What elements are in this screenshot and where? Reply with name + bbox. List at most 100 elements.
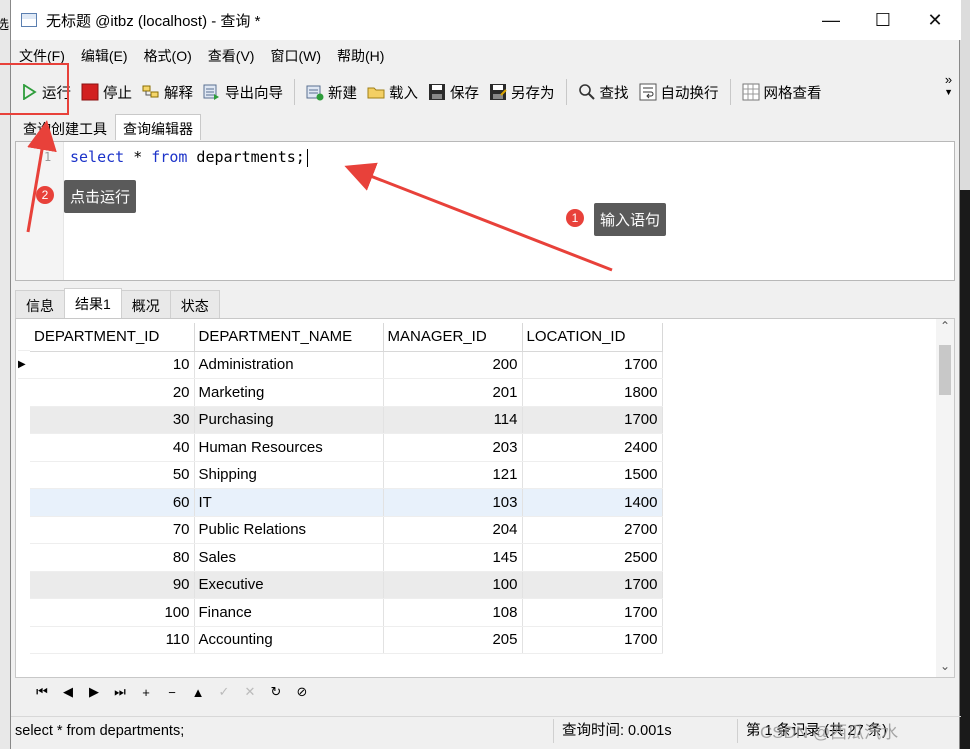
load-button[interactable]: 载入 [362, 77, 423, 107]
first-record-icon[interactable]: ⏮ [29, 684, 55, 700]
cell-department-id[interactable]: 30 [30, 406, 195, 434]
apply-changes-icon[interactable]: ✓ [211, 684, 237, 700]
tab-profile[interactable]: 概况 [120, 290, 171, 318]
menu-window[interactable]: 窗口(W) [262, 46, 329, 66]
last-record-icon[interactable]: ⏭ [107, 684, 133, 700]
sql-code[interactable]: select * from departments; [70, 148, 308, 167]
cell-manager-id[interactable]: 114 [383, 406, 523, 434]
table-row[interactable]: 90 Executive 100 1700 [30, 571, 663, 599]
cell-department-name[interactable]: Human Resources [194, 433, 384, 462]
menu-help[interactable]: 帮助(H) [329, 46, 392, 66]
tab-result1[interactable]: 结果1 [64, 288, 122, 318]
cell-location-id[interactable]: 1500 [522, 461, 663, 489]
cell-department-name[interactable]: Administration [194, 351, 384, 379]
cell-location-id[interactable]: 2500 [522, 543, 663, 572]
table-row[interactable]: 50 Shipping 121 1500 [30, 461, 663, 489]
table-row[interactable]: 110 Accounting 205 1700 [30, 626, 663, 654]
cell-department-id[interactable]: 100 [30, 598, 195, 627]
edit-record-icon[interactable]: ▲ [185, 685, 211, 700]
table-row[interactable]: 80 Sales 145 2500 [30, 543, 663, 572]
scrollbar-thumb[interactable] [939, 345, 951, 395]
cell-location-id[interactable]: 1700 [522, 351, 663, 379]
word-wrap-button[interactable]: 自动换行 [634, 77, 724, 107]
cell-manager-id[interactable]: 205 [383, 626, 523, 654]
cell-department-name[interactable]: Purchasing [194, 406, 384, 434]
cell-department-id[interactable]: 110 [30, 626, 195, 654]
export-wizard-button[interactable]: 导出向导 [198, 77, 288, 107]
discard-changes-icon[interactable]: ✕ [237, 684, 263, 700]
grid-view-button[interactable]: 网格查看 [737, 77, 827, 107]
cell-department-name[interactable]: Marketing [194, 378, 384, 407]
tab-query-editor[interactable]: 查询编辑器 [115, 114, 201, 140]
sql-editor[interactable]: 1 select * from departments; [15, 141, 955, 281]
cell-location-id[interactable]: 2400 [522, 433, 663, 462]
maximize-button[interactable]: ☐ [857, 0, 909, 40]
cell-location-id[interactable]: 1700 [522, 406, 663, 434]
menu-view[interactable]: 查看(V) [200, 46, 263, 66]
new-button[interactable]: 新建 [301, 77, 362, 107]
scroll-up-icon[interactable]: ⌃ [936, 319, 954, 337]
cell-department-id[interactable]: 80 [30, 543, 195, 572]
cell-location-id[interactable]: 1400 [522, 488, 663, 517]
cell-department-id[interactable]: 20 [30, 378, 195, 407]
cell-department-id[interactable]: 40 [30, 433, 195, 462]
column-header-department-name[interactable]: DEPARTMENT_NAME [194, 323, 384, 352]
previous-record-icon[interactable]: ◀ [55, 684, 81, 700]
cell-department-name[interactable]: Sales [194, 543, 384, 572]
table-row[interactable]: 30 Purchasing 114 1700 [30, 406, 663, 434]
cell-department-id[interactable]: 10 [30, 351, 195, 379]
minimize-button[interactable]: — [805, 0, 857, 40]
cell-department-id[interactable]: 50 [30, 461, 195, 489]
toolbar-overflow-button[interactable]: » ▼ [944, 73, 953, 98]
cell-department-name[interactable]: Accounting [194, 626, 384, 654]
cell-location-id[interactable]: 1800 [522, 378, 663, 407]
column-header-location-id[interactable]: LOCATION_ID [522, 323, 663, 352]
next-record-icon[interactable]: ▶ [81, 684, 107, 700]
add-record-icon[interactable]: + [133, 685, 159, 700]
save-as-button[interactable]: 另存为 [484, 77, 560, 107]
table-row[interactable]: 20 Marketing 201 1800 [30, 378, 663, 407]
stop-button[interactable]: 停止 [76, 77, 137, 107]
table-row[interactable]: 10 Administration 200 1700 [30, 351, 663, 379]
cell-manager-id[interactable]: 103 [383, 488, 523, 517]
vertical-scrollbar[interactable]: ⌃ ⌄ [936, 319, 954, 677]
title-bar[interactable]: 无标题 @itbz (localhost) - 查询 * — ☐ ✕ [11, 0, 961, 40]
cell-department-name[interactable]: Finance [194, 598, 384, 627]
cell-location-id[interactable]: 1700 [522, 626, 663, 654]
column-header-manager-id[interactable]: MANAGER_ID [383, 323, 523, 352]
cell-department-id[interactable]: 60 [30, 488, 195, 517]
cell-department-name[interactable]: Public Relations [194, 516, 384, 544]
cell-department-name[interactable]: Shipping [194, 461, 384, 489]
cell-location-id[interactable]: 1700 [522, 598, 663, 627]
find-button[interactable]: 查找 [573, 77, 634, 107]
cell-manager-id[interactable]: 121 [383, 461, 523, 489]
cell-manager-id[interactable]: 204 [383, 516, 523, 544]
tab-status[interactable]: 状态 [169, 290, 220, 318]
cell-manager-id[interactable]: 145 [383, 543, 523, 572]
tab-info[interactable]: 信息 [15, 290, 65, 318]
cell-location-id[interactable]: 1700 [522, 571, 663, 599]
cell-department-name[interactable]: Executive [194, 571, 384, 599]
save-button[interactable]: 保存 [423, 77, 484, 107]
table-row[interactable]: 70 Public Relations 204 2700 [30, 516, 663, 544]
tab-query-builder[interactable]: 查询创建工具 [15, 114, 115, 140]
cell-manager-id[interactable]: 200 [383, 351, 523, 379]
refresh-icon[interactable]: ↻ [263, 684, 289, 700]
scroll-down-icon[interactable]: ⌄ [936, 659, 954, 677]
cell-manager-id[interactable]: 201 [383, 378, 523, 407]
table-row[interactable]: 40 Human Resources 203 2400 [30, 433, 663, 462]
cell-manager-id[interactable]: 203 [383, 433, 523, 462]
table-row[interactable]: 60 IT 103 1400 [30, 488, 663, 517]
menu-format[interactable]: 格式(O) [136, 46, 200, 66]
delete-record-icon[interactable]: − [159, 685, 185, 700]
column-header-department-id[interactable]: DEPARTMENT_ID [30, 323, 195, 352]
cell-department-id[interactable]: 70 [30, 516, 195, 544]
menu-edit[interactable]: 编辑(E) [73, 46, 136, 66]
cell-manager-id[interactable]: 108 [383, 598, 523, 627]
close-button[interactable]: ✕ [909, 0, 961, 40]
stop-refresh-icon[interactable]: ⊘ [289, 684, 315, 700]
cell-manager-id[interactable]: 100 [383, 571, 523, 599]
cell-department-name[interactable]: IT [194, 488, 384, 517]
cell-department-id[interactable]: 90 [30, 571, 195, 599]
cell-location-id[interactable]: 2700 [522, 516, 663, 544]
